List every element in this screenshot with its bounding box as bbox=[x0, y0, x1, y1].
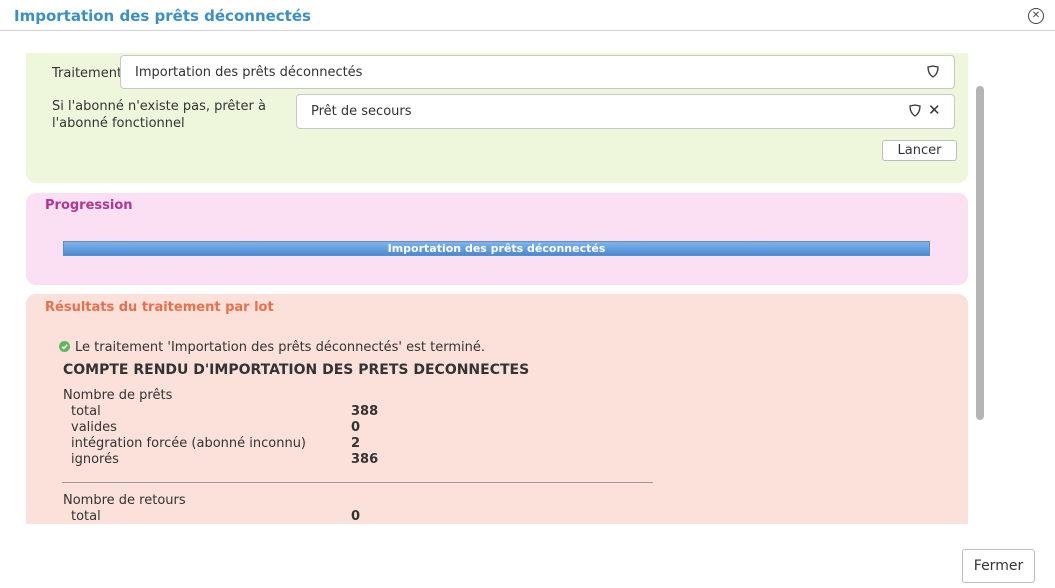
dialog-title-bar: Importation des prêts déconnectés ✕ bbox=[0, 0, 1055, 31]
check-circle-icon bbox=[59, 341, 70, 352]
retours-total-value: 0 bbox=[351, 509, 361, 524]
divider bbox=[62, 482, 653, 483]
dialog-content: Traitement Importation des prêts déconne… bbox=[0, 31, 1055, 524]
traitement-label: Traitement bbox=[52, 66, 123, 81]
prets-valides-label: valides bbox=[71, 420, 117, 435]
abonne-fonctionnel-select[interactable]: Prêt de secours ✕ bbox=[296, 94, 955, 129]
report-title: COMPTE RENDU D'IMPORTATION DES PRETS DEC… bbox=[63, 362, 530, 378]
dropdown-shield-icon[interactable] bbox=[909, 104, 921, 118]
prets-valides-value: 0 bbox=[351, 420, 361, 435]
parameters-panel: Traitement Importation des prêts déconne… bbox=[26, 53, 968, 183]
prets-total-label: total bbox=[71, 404, 101, 419]
scrollbar-thumb[interactable] bbox=[976, 86, 984, 420]
status-message: Le traitement 'Importation des prêts déc… bbox=[75, 340, 485, 355]
lancer-button[interactable]: Lancer bbox=[882, 140, 957, 161]
progress-bar-text: Importation des prêts déconnectés bbox=[387, 242, 606, 255]
abonne-label-line2: l'abonné fonctionnel bbox=[52, 116, 185, 131]
fermer-button[interactable]: Fermer bbox=[962, 549, 1035, 583]
results-title: Résultats du traitement par lot bbox=[45, 300, 274, 315]
prets-forcee-label: intégration forcée (abonné inconnu) bbox=[71, 436, 307, 451]
progress-bar: Importation des prêts déconnectés bbox=[63, 241, 930, 256]
clear-icon[interactable]: ✕ bbox=[928, 101, 941, 119]
traitement-value: Importation des prêts déconnectés bbox=[135, 65, 363, 80]
prets-ignores-value: 386 bbox=[351, 452, 379, 467]
prets-total-value: 388 bbox=[351, 404, 379, 419]
results-panel: Résultats du traitement par lot Le trait… bbox=[26, 294, 968, 524]
prets-heading: Nombre de prêts bbox=[63, 388, 173, 403]
abonne-label: Si l'abonné n'existe pas, prêter à l'abo… bbox=[52, 98, 266, 132]
close-circle-icon[interactable]: ✕ bbox=[1028, 8, 1044, 24]
progression-title: Progression bbox=[45, 198, 133, 213]
retours-heading: Nombre de retours bbox=[63, 493, 186, 508]
dropdown-shield-icon[interactable] bbox=[927, 65, 939, 79]
prets-ignores-label: ignorés bbox=[71, 452, 119, 467]
prets-forcee-value: 2 bbox=[351, 436, 361, 451]
abonne-label-line1: Si l'abonné n'existe pas, prêter à bbox=[52, 99, 266, 114]
abonne-value: Prêt de secours bbox=[311, 104, 412, 119]
retours-total-label: total bbox=[71, 509, 101, 524]
traitement-select[interactable]: Importation des prêts déconnectés bbox=[120, 55, 955, 89]
progression-panel: Progression Importation des prêts déconn… bbox=[26, 193, 968, 285]
dialog-title: Importation des prêts déconnectés bbox=[14, 7, 311, 25]
